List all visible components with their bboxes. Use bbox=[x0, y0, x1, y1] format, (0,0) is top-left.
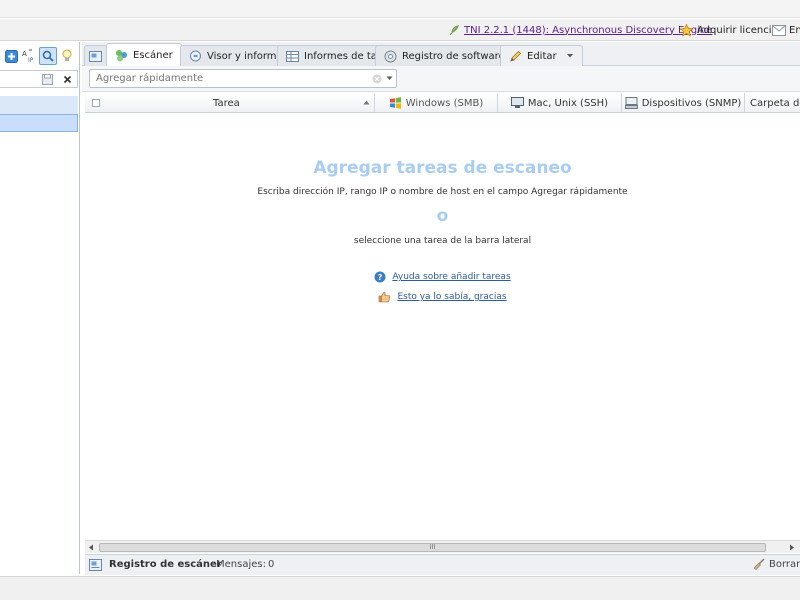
sidebar-group-row[interactable] bbox=[0, 96, 78, 114]
log-icon bbox=[89, 559, 102, 571]
license-item[interactable]: Adquirir licencia bbox=[680, 22, 778, 38]
help-link-row[interactable]: ? Ayuda sobre añadir tareas bbox=[85, 271, 800, 283]
tab-strip: Escáner Visor y informes Informes de tab… bbox=[82, 42, 800, 67]
svg-text:A: A bbox=[22, 50, 27, 58]
column-header-task[interactable]: Tarea bbox=[85, 93, 375, 113]
tab-overview[interactable] bbox=[84, 45, 107, 66]
clear-log-label: Borrar bbox=[769, 558, 800, 570]
add-task-button[interactable] bbox=[2, 47, 20, 65]
svg-text:IP: IP bbox=[28, 57, 34, 64]
window-bottom-bar bbox=[0, 576, 800, 600]
empty-state-instruction: Escriba dirección IP, rango IP o nombre … bbox=[257, 187, 628, 197]
scrollbar-grip: III bbox=[429, 543, 436, 551]
column-header-folder[interactable]: Carpeta de bbox=[745, 93, 800, 113]
dashboard-icon bbox=[89, 50, 102, 62]
sidebar: A IP bbox=[0, 42, 80, 574]
device-icon bbox=[624, 97, 638, 109]
top-info-bar: TNI 2.2.1 (1448): Asynchronous Discovery… bbox=[0, 19, 800, 41]
sidebar-toolbar: A IP bbox=[0, 45, 80, 67]
windows-icon bbox=[389, 97, 401, 109]
scanner-log-bar: Registro de escáner Mensajes: 0 Borrar bbox=[85, 554, 800, 575]
thumbs-up-icon bbox=[379, 291, 391, 303]
software-icon bbox=[384, 50, 397, 62]
column-header-mac-unix[interactable]: Mac, Unix (SSH) bbox=[498, 93, 622, 113]
quick-add-bar bbox=[82, 66, 800, 92]
dismiss-hint-link[interactable]: Esto ya lo sabía, gracias bbox=[397, 292, 506, 302]
scanner-icon bbox=[116, 50, 127, 62]
scrollbar-thumb[interactable]: III bbox=[99, 543, 766, 552]
empty-state-sidebar-hint: seleccione una tarea de la barra lateral bbox=[353, 236, 532, 246]
viewer-icon bbox=[190, 50, 201, 62]
close-icon[interactable] bbox=[63, 75, 72, 84]
version-item[interactable]: TNI 2.2.1 (1448): Asynchronous Discovery… bbox=[448, 22, 712, 38]
envelope-icon bbox=[772, 24, 786, 36]
clear-log-button[interactable]: Borrar bbox=[753, 558, 800, 570]
tab-scanner[interactable]: Escáner bbox=[106, 43, 182, 67]
sort-ascending-icon bbox=[363, 100, 370, 105]
help-icon: ? bbox=[374, 271, 386, 283]
sidebar-filter-field[interactable] bbox=[0, 70, 78, 88]
pencil-icon bbox=[510, 50, 522, 62]
lightbulb-icon bbox=[62, 49, 72, 61]
tab-scanner-label: Escáner bbox=[133, 50, 173, 61]
monitor-icon bbox=[510, 97, 524, 108]
column-task-label: Tarea bbox=[213, 97, 240, 109]
dismiss-link-row[interactable]: Esto ya lo sabía, gracias bbox=[85, 291, 800, 303]
messages-label: Mensajes: bbox=[216, 559, 266, 570]
empty-state: Agregar tareas de escaneo Escriba direcc… bbox=[85, 114, 800, 540]
search-icon bbox=[42, 50, 54, 62]
mail-item[interactable]: En bbox=[772, 22, 800, 38]
license-label: Adquirir licencia bbox=[697, 24, 778, 36]
column-windows-label: Windows (SMB) bbox=[405, 97, 484, 109]
quick-add-input[interactable] bbox=[89, 69, 397, 88]
tab-software-registry-label: Registro de software bbox=[402, 50, 505, 62]
scroll-left-icon[interactable] bbox=[88, 544, 94, 551]
column-header-devices[interactable]: Dispositivos (SNMP) bbox=[622, 93, 745, 113]
tab-viewer-label: Visor y informes bbox=[207, 50, 288, 62]
empty-state-or: o bbox=[436, 206, 449, 226]
save-icon[interactable] bbox=[42, 74, 53, 85]
select-all-checkbox[interactable] bbox=[92, 99, 100, 107]
broom-icon bbox=[753, 558, 765, 570]
feather-icon bbox=[449, 25, 459, 36]
tab-edit[interactable]: Editar bbox=[500, 45, 583, 66]
mail-label: En bbox=[789, 24, 800, 36]
tab-software-registry[interactable]: Registro de software bbox=[375, 45, 514, 66]
version-link[interactable]: TNI 2.2.1 (1448): Asynchronous Discovery… bbox=[464, 25, 712, 36]
help-add-tasks-link[interactable]: Ayuda sobre añadir tareas bbox=[392, 272, 510, 282]
star-icon bbox=[680, 23, 693, 37]
ip-sort-button[interactable]: A IP bbox=[20, 47, 38, 65]
messages-count: 0 bbox=[268, 559, 275, 570]
column-mac-unix-label: Mac, Unix (SSH) bbox=[527, 97, 609, 109]
chevron-down-icon bbox=[566, 54, 573, 58]
scanner-log-title: Registro de escáner bbox=[109, 559, 222, 570]
ip-sort-icon: A IP bbox=[22, 49, 34, 64]
svg-text:?: ? bbox=[378, 273, 383, 282]
empty-state-title: Agregar tareas de escaneo bbox=[313, 158, 572, 178]
column-header-windows[interactable]: Windows (SMB) bbox=[375, 93, 498, 113]
column-devices-label: Dispositivos (SNMP) bbox=[641, 97, 742, 109]
clear-input-icon[interactable] bbox=[372, 74, 382, 84]
scroll-right-icon[interactable] bbox=[789, 544, 795, 551]
tab-edit-label: Editar bbox=[527, 50, 557, 62]
table-icon bbox=[286, 50, 299, 62]
search-button[interactable] bbox=[39, 47, 57, 65]
window-title-bar bbox=[0, 0, 800, 18]
tips-button[interactable] bbox=[58, 47, 76, 65]
column-folder-label: Carpeta de bbox=[750, 97, 800, 109]
dropdown-arrow-icon[interactable] bbox=[386, 76, 393, 81]
sidebar-selected-row[interactable] bbox=[0, 114, 78, 132]
task-table-header: Tarea Windows (SMB) Mac, Unix (SSH) Disp… bbox=[85, 93, 800, 113]
plus-icon bbox=[4, 49, 18, 63]
horizontal-scrollbar[interactable]: III bbox=[85, 540, 800, 553]
